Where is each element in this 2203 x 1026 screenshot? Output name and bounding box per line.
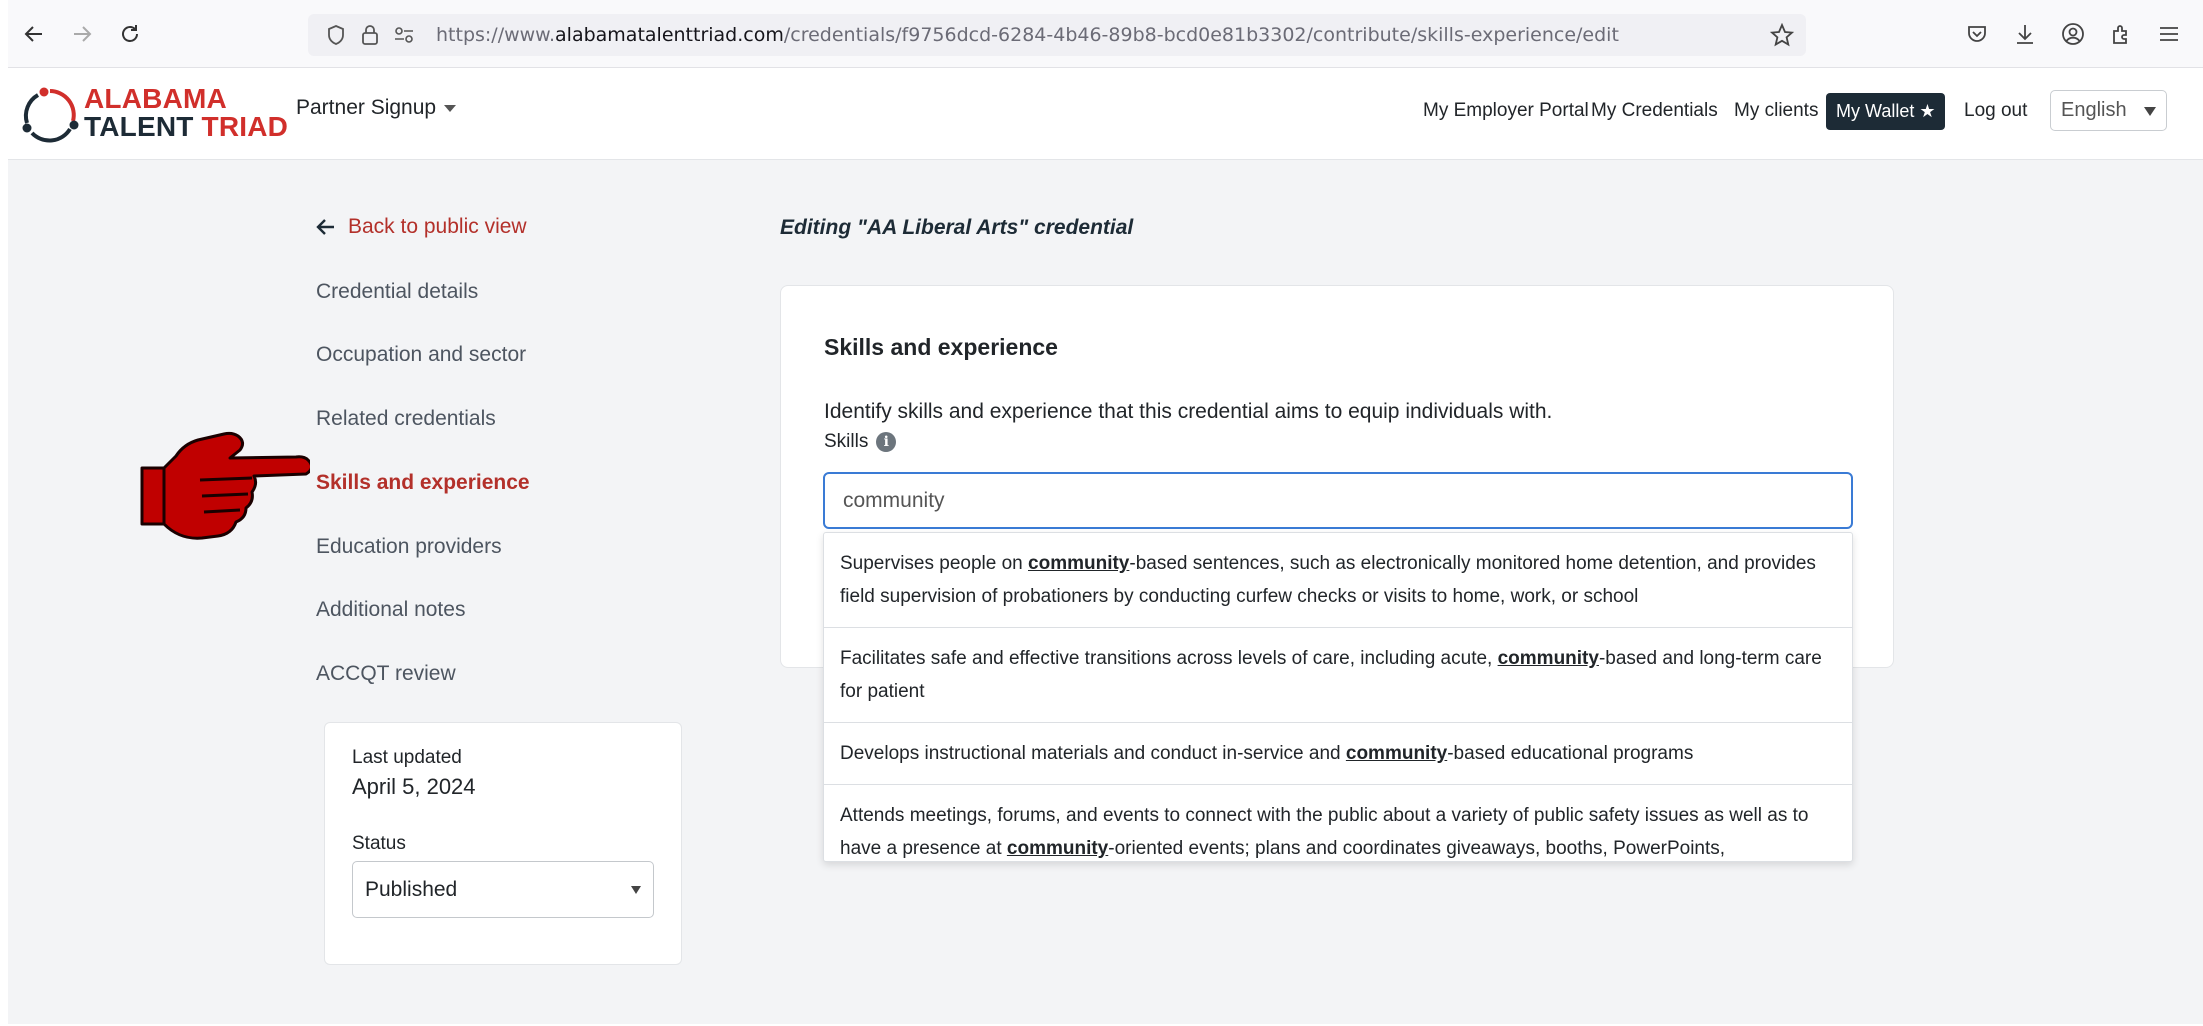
sidebar-item-skills-and-experience[interactable]: Skills and experience <box>316 471 530 495</box>
suggestion-match: community <box>1497 648 1599 669</box>
suggestion-match: community <box>1028 553 1130 574</box>
section-title: Skills and experience <box>824 334 1058 360</box>
last-updated-value: April 5, 2024 <box>352 774 476 799</box>
address-bar[interactable]: https://www.alabamatalenttriad.com/crede… <box>308 14 1806 56</box>
my-wallet-button[interactable]: My Wallet ★ <box>1826 93 1946 130</box>
url-domain: alabamatalenttriad.com <box>555 24 784 46</box>
suggestion-option[interactable]: Supervises people on community-based sen… <box>824 533 1852 628</box>
logo-word-triad: TRIAD <box>201 111 289 142</box>
suggestion-text-pre: Facilitates safe and effective transitio… <box>840 648 1498 669</box>
suggestion-match: community <box>1006 838 1109 859</box>
account-icon[interactable] <box>2059 20 2087 48</box>
sidebar-item-education-providers[interactable]: Education providers <box>316 535 502 559</box>
partner-signup-label: Partner Signup <box>296 96 437 119</box>
sidebar-item-occupation-and-sector[interactable]: Occupation and sector <box>316 343 526 367</box>
info-icon[interactable]: i <box>876 432 897 452</box>
download-icon[interactable] <box>2011 20 2039 48</box>
partner-signup-menu[interactable]: Partner Signup <box>296 96 457 120</box>
pocket-icon[interactable] <box>1963 20 1991 48</box>
page-title: Editing "AA Liberal Arts" credential <box>780 216 1134 239</box>
sidebar-item-accqt-review[interactable]: ACCQT review <box>316 662 456 686</box>
status-select[interactable]: Published <box>352 861 654 918</box>
status-value: Published <box>365 878 458 901</box>
extensions-icon[interactable] <box>2107 20 2135 48</box>
alabama-talent-triad-logo[interactable]: ALABAMA TALENT TRIAD <box>20 81 290 147</box>
logo-line-2: TALENT TRIAD <box>84 111 288 143</box>
sidebar-item-related-credentials[interactable]: Related credentials <box>316 407 496 431</box>
last-updated-label: Last updated <box>352 747 462 768</box>
url-prefix: https://www. <box>436 24 556 46</box>
nav-my-employer-portal[interactable]: My Employer Portal <box>1423 100 1589 122</box>
reload-icon[interactable] <box>114 18 146 50</box>
caret-down-icon <box>631 886 641 894</box>
back-arrow-icon[interactable] <box>18 18 50 50</box>
status-label: Status <box>352 833 406 854</box>
skills-search-input[interactable] <box>823 472 1853 529</box>
skills-suggestions-dropdown: Supervises people on community-based sen… <box>823 532 1853 862</box>
nav-my-clients[interactable]: My clients <box>1734 100 1818 122</box>
suggestion-text-post: -based educational programs <box>1447 743 1694 764</box>
suggestion-option[interactable]: Attends meetings, forums, and events to … <box>824 785 1852 861</box>
back-to-public-view-link[interactable]: Back to public view <box>316 215 527 239</box>
shield-icon[interactable] <box>324 23 348 47</box>
arrow-left-icon <box>316 219 334 235</box>
language-value: English <box>2061 99 2127 121</box>
suggestion-option[interactable]: Facilitates safe and effective transitio… <box>824 628 1852 723</box>
site-header: ALABAMA TALENT TRIAD Partner Signup My E… <box>8 68 2203 160</box>
browser-toolbar: https://www.alabamatalenttriad.com/crede… <box>8 0 2203 68</box>
caret-down-icon <box>444 104 457 112</box>
url-text[interactable]: https://www.alabamatalenttriad.com/crede… <box>436 14 1619 56</box>
bookmark-star-icon[interactable] <box>1770 23 1794 47</box>
status-card: Last updated April 5, 2024 Status Publis… <box>324 722 682 965</box>
menu-hamburger-icon[interactable] <box>2155 20 2183 48</box>
suggestion-option[interactable]: Develops instructional materials and con… <box>824 723 1852 785</box>
triad-logo-icon <box>22 87 79 143</box>
suggestion-match: community <box>1345 743 1448 764</box>
section-description: Identify skills and experience that this… <box>824 400 1553 423</box>
suggestion-text-pre: Supervises people on <box>840 553 1029 574</box>
logo-word-talent: TALENT <box>84 111 194 142</box>
lock-icon[interactable] <box>358 23 382 47</box>
suggestion-text-post: -oriented events; plans and coordinates … <box>1108 838 1726 859</box>
nav-my-credentials[interactable]: My Credentials <box>1591 100 1718 122</box>
language-select[interactable]: English <box>2050 90 2167 131</box>
forward-arrow-icon[interactable] <box>66 18 98 50</box>
url-path: /credentials/f9756dcd-6284-4b46-89b8-bcd… <box>783 24 1619 46</box>
skills-field-label: Skills i <box>824 431 897 453</box>
back-link-label: Back to public view <box>348 215 527 238</box>
permissions-icon[interactable] <box>392 23 416 47</box>
sidebar-item-additional-notes[interactable]: Additional notes <box>316 598 465 622</box>
logout-link[interactable]: Log out <box>1964 100 2027 122</box>
sidebar-item-credential-details[interactable]: Credential details <box>316 280 478 304</box>
suggestion-text-pre: Develops instructional materials and con… <box>840 743 1346 764</box>
caret-down-icon <box>2144 107 2156 116</box>
pointing-hand-icon <box>140 431 310 540</box>
skills-label-text: Skills <box>824 431 869 452</box>
